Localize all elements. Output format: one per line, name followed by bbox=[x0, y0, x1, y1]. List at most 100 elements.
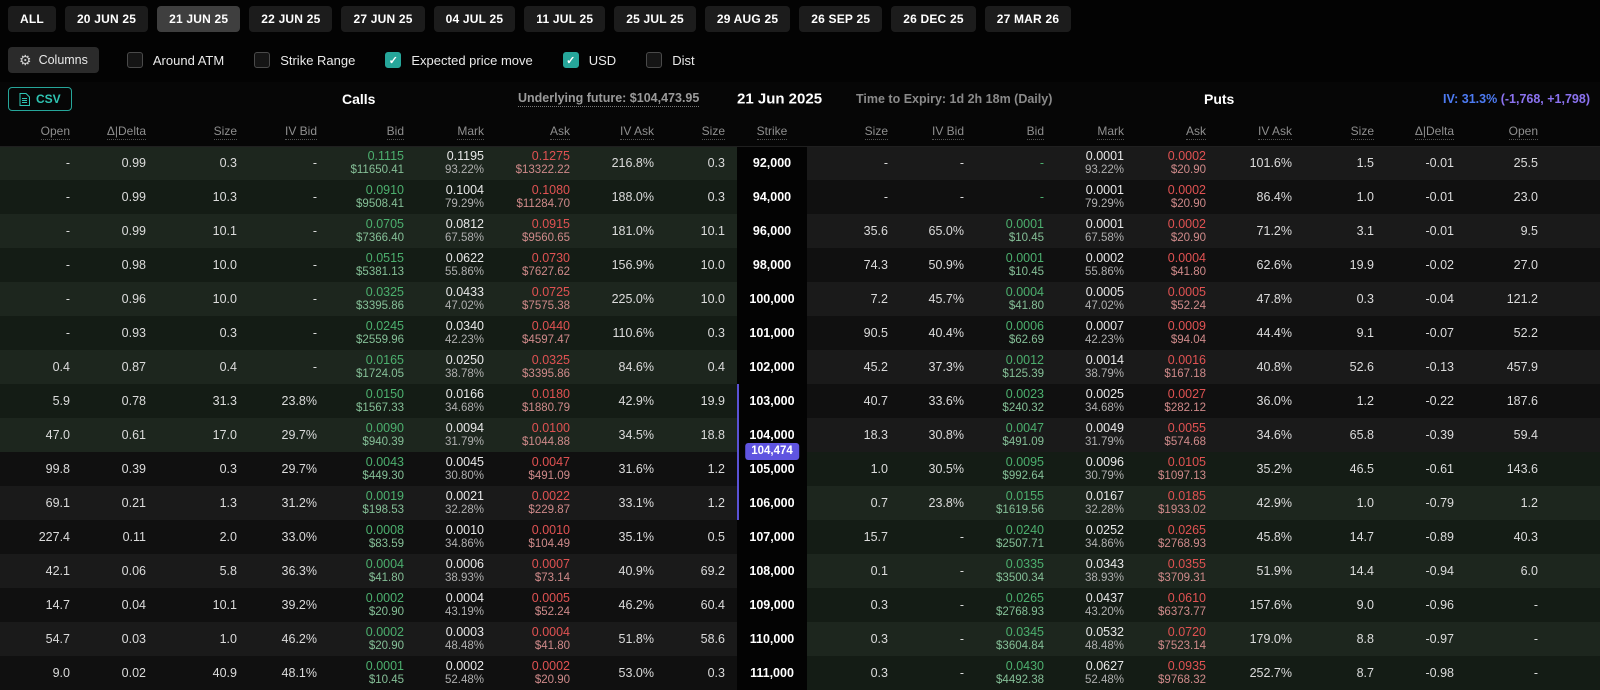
put-ask-cell[interactable]: 0.0009$94.04 bbox=[1136, 316, 1218, 350]
put-bid-cell[interactable]: 0.0265$2768.93 bbox=[976, 588, 1056, 622]
call-bid-cell[interactable]: 0.0002$20.90 bbox=[329, 588, 416, 622]
call-bid-cell[interactable]: 0.0910$9508.41 bbox=[329, 180, 416, 214]
put-ask-cell[interactable]: 0.0265$2768.93 bbox=[1136, 520, 1218, 554]
put-bid-cell[interactable]: 0.0430$4492.38 bbox=[976, 656, 1056, 690]
put-ask-cell[interactable]: 0.0002$20.90 bbox=[1136, 214, 1218, 248]
col-header-delta[interactable]: Δ|Delta bbox=[82, 116, 158, 146]
put-bid-cell[interactable]: 0.0095$992.64 bbox=[976, 452, 1056, 486]
put-bid-cell[interactable]: 0.0012$125.39 bbox=[976, 350, 1056, 384]
col-header-open[interactable]: Open bbox=[1466, 116, 1600, 146]
put-bid-cell[interactable]: 0.0345$3604.84 bbox=[976, 622, 1056, 656]
call-bid-cell[interactable]: 0.0004$41.80 bbox=[329, 554, 416, 588]
checkbox-checked-icon[interactable]: ✓ bbox=[385, 52, 401, 68]
call-bid-cell[interactable]: 0.1115$11650.41 bbox=[329, 146, 416, 180]
call-ask-cell[interactable]: 0.0005$52.24 bbox=[496, 588, 582, 622]
call-ask-cell[interactable]: 0.0010$104.49 bbox=[496, 520, 582, 554]
put-bid-cell[interactable]: 0.0001$10.45 bbox=[976, 248, 1056, 282]
put-ask-cell[interactable]: 0.0027$282.12 bbox=[1136, 384, 1218, 418]
call-ask-cell[interactable]: 0.0725$7575.38 bbox=[496, 282, 582, 316]
put-bid-cell[interactable]: 0.0023$240.32 bbox=[976, 384, 1056, 418]
expiry-tab-all[interactable]: ALL bbox=[8, 6, 56, 32]
call-bid-cell[interactable]: 0.0150$1567.33 bbox=[329, 384, 416, 418]
expiry-tab-27-jun-25[interactable]: 27 JUN 25 bbox=[341, 6, 424, 32]
col-header-strike[interactable]: Strike bbox=[737, 116, 807, 146]
put-bid-cell[interactable]: 0.0004$41.80 bbox=[976, 282, 1056, 316]
checkbox-around-atm[interactable]: Around ATM bbox=[127, 52, 224, 68]
expiry-tab-20-jun-25[interactable]: 20 JUN 25 bbox=[65, 6, 148, 32]
expiry-tab-22-jun-25[interactable]: 22 JUN 25 bbox=[249, 6, 332, 32]
call-ask-cell[interactable]: 0.0022$229.87 bbox=[496, 486, 582, 520]
put-ask-cell[interactable]: 0.0610$6373.77 bbox=[1136, 588, 1218, 622]
underlying-future-label[interactable]: Underlying future: $104,473.95 bbox=[518, 91, 699, 107]
checkbox-box[interactable] bbox=[646, 52, 662, 68]
expiry-tab-26-sep-25[interactable]: 26 SEP 25 bbox=[799, 6, 882, 32]
put-bid-cell[interactable]: 0.0001$10.45 bbox=[976, 214, 1056, 248]
col-header-size[interactable]: Size bbox=[807, 116, 900, 146]
call-bid-cell[interactable]: 0.0019$198.53 bbox=[329, 486, 416, 520]
csv-button[interactable]: CSV bbox=[8, 87, 72, 111]
checkbox-box[interactable] bbox=[254, 52, 270, 68]
put-ask-cell[interactable]: 0.0055$574.68 bbox=[1136, 418, 1218, 452]
col-header-ask[interactable]: Ask bbox=[1136, 116, 1218, 146]
put-ask-cell[interactable]: 0.0016$167.18 bbox=[1136, 350, 1218, 384]
put-bid-cell[interactable]: 0.0155$1619.56 bbox=[976, 486, 1056, 520]
col-header-bid[interactable]: Bid bbox=[329, 116, 416, 146]
call-bid-cell[interactable]: 0.0043$449.30 bbox=[329, 452, 416, 486]
call-ask-cell[interactable]: 0.0730$7627.62 bbox=[496, 248, 582, 282]
expiry-tab-21-jun-25[interactable]: 21 JUN 25 bbox=[157, 6, 240, 32]
call-ask-cell[interactable]: 0.0325$3395.86 bbox=[496, 350, 582, 384]
put-ask-cell[interactable]: 0.0005$52.24 bbox=[1136, 282, 1218, 316]
put-bid-cell[interactable]: - bbox=[976, 180, 1056, 214]
call-bid-cell[interactable]: 0.0008$83.59 bbox=[329, 520, 416, 554]
call-ask-cell[interactable]: 0.0002$20.90 bbox=[496, 656, 582, 690]
call-ask-cell[interactable]: 0.0004$41.80 bbox=[496, 622, 582, 656]
columns-button[interactable]: ⚙ Columns bbox=[8, 47, 99, 73]
put-ask-cell[interactable]: 0.0935$9768.32 bbox=[1136, 656, 1218, 690]
col-header-size[interactable]: Size bbox=[1304, 116, 1386, 146]
call-ask-cell[interactable]: 0.0047$491.09 bbox=[496, 452, 582, 486]
checkbox-usd[interactable]: ✓USD bbox=[563, 52, 616, 68]
checkbox-checked-icon[interactable]: ✓ bbox=[563, 52, 579, 68]
put-ask-cell[interactable]: 0.0105$1097.13 bbox=[1136, 452, 1218, 486]
col-header-bid[interactable]: Bid bbox=[976, 116, 1056, 146]
call-bid-cell[interactable]: 0.0705$7366.40 bbox=[329, 214, 416, 248]
put-bid-cell[interactable]: 0.0335$3500.34 bbox=[976, 554, 1056, 588]
put-ask-cell[interactable]: 0.0355$3709.31 bbox=[1136, 554, 1218, 588]
call-bid-cell[interactable]: 0.0325$3395.86 bbox=[329, 282, 416, 316]
call-bid-cell[interactable]: 0.0165$1724.05 bbox=[329, 350, 416, 384]
put-ask-cell[interactable]: 0.0002$20.90 bbox=[1136, 146, 1218, 180]
col-header-iv-bid[interactable]: IV Bid bbox=[900, 116, 976, 146]
put-bid-cell[interactable]: 0.0047$491.09 bbox=[976, 418, 1056, 452]
expiry-tab-27-mar-26[interactable]: 27 MAR 26 bbox=[985, 6, 1072, 32]
put-bid-cell[interactable]: 0.0006$62.69 bbox=[976, 316, 1056, 350]
put-bid-cell[interactable]: - bbox=[976, 146, 1056, 180]
call-ask-cell[interactable]: 0.0180$1880.79 bbox=[496, 384, 582, 418]
col-header-open[interactable]: Open bbox=[0, 116, 82, 146]
put-ask-cell[interactable]: 0.0002$20.90 bbox=[1136, 180, 1218, 214]
col-header-iv-ask[interactable]: IV Ask bbox=[1218, 116, 1304, 146]
call-ask-cell[interactable]: 0.0915$9560.65 bbox=[496, 214, 582, 248]
call-bid-cell[interactable]: 0.0001$10.45 bbox=[329, 656, 416, 690]
checkbox-strike-range[interactable]: Strike Range bbox=[254, 52, 355, 68]
call-ask-cell[interactable]: 0.1080$11284.70 bbox=[496, 180, 582, 214]
checkbox-dist[interactable]: Dist bbox=[646, 52, 694, 68]
call-ask-cell[interactable]: 0.0007$73.14 bbox=[496, 554, 582, 588]
expiry-tab-04-jul-25[interactable]: 04 JUL 25 bbox=[434, 6, 516, 32]
col-header-mark[interactable]: Mark bbox=[416, 116, 496, 146]
call-bid-cell[interactable]: 0.0002$20.90 bbox=[329, 622, 416, 656]
col-header-iv-bid[interactable]: IV Bid bbox=[249, 116, 329, 146]
col-header-delta[interactable]: Δ|Delta bbox=[1386, 116, 1466, 146]
put-bid-cell[interactable]: 0.0240$2507.71 bbox=[976, 520, 1056, 554]
call-ask-cell[interactable]: 0.1275$13322.22 bbox=[496, 146, 582, 180]
call-ask-cell[interactable]: 0.0100$1044.88 bbox=[496, 418, 582, 452]
call-bid-cell[interactable]: 0.0090$940.39 bbox=[329, 418, 416, 452]
checkbox-expected-price-move[interactable]: ✓Expected price move bbox=[385, 52, 532, 68]
call-bid-cell[interactable]: 0.0245$2559.96 bbox=[329, 316, 416, 350]
put-ask-cell[interactable]: 0.0720$7523.14 bbox=[1136, 622, 1218, 656]
checkbox-box[interactable] bbox=[127, 52, 143, 68]
col-header-iv-ask[interactable]: IV Ask bbox=[582, 116, 666, 146]
put-ask-cell[interactable]: 0.0004$41.80 bbox=[1136, 248, 1218, 282]
expiry-tab-11-jul-25[interactable]: 11 JUL 25 bbox=[524, 6, 605, 32]
call-ask-cell[interactable]: 0.0440$4597.47 bbox=[496, 316, 582, 350]
col-header-ask[interactable]: Ask bbox=[496, 116, 582, 146]
